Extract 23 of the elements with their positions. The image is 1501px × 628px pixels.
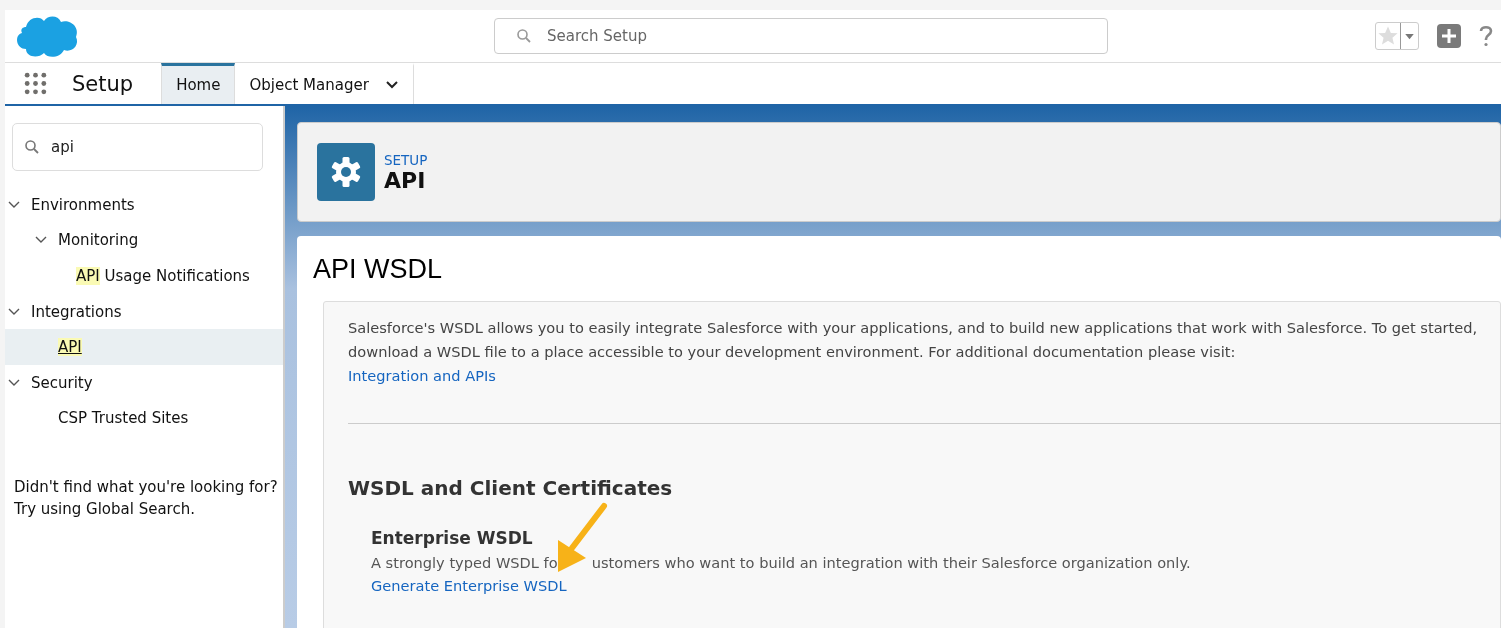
help-text: Try using Global Search. [14,499,196,521]
section-title: WSDL and Client Certificates [348,476,674,500]
quick-find-field[interactable]: api [12,123,263,171]
app-name: Setup [72,71,134,96]
item-description: ustomers who want to build an integration with their Salesforce organization only. [591,553,1191,573]
tree-item[interactable]: Security [31,373,93,392]
tree-item[interactable]: Environments [31,195,135,214]
documentation-link[interactable]: Integration and APIs [348,364,496,388]
generate-link[interactable]: Generate Enterprise WSDL [371,574,567,598]
tree-item[interactable]: API [5,338,82,357]
help-text: Didn't find what you're looking for? [14,477,279,499]
tree-item[interactable]: Integrations [31,302,122,321]
intro-text: Salesforce's WSDL allows you to easily integrate Salesforce with your applications, and to build new applications that work with Salesforce. To get started, download a WSDL file to a place accessible to your development environment. For additional documentation please visit: [348,318,1479,362]
tree-item[interactable]: CSP Trusted Sites [5,409,189,428]
page-title: API [384,167,427,193]
item-title: Enterprise WSDL [371,528,533,548]
tree-item[interactable]: Monitoring [58,231,139,250]
nav-tab[interactable]: Home [161,63,236,104]
search-field[interactable]: Search Setup [494,18,1108,54]
tree-item[interactable]: API Usage Notifications [5,267,250,285]
breadcrumb: SETUP [384,151,428,168]
item-description: A strongly typed WSDL fo [371,553,558,573]
content-title: API WSDL [313,254,444,285]
